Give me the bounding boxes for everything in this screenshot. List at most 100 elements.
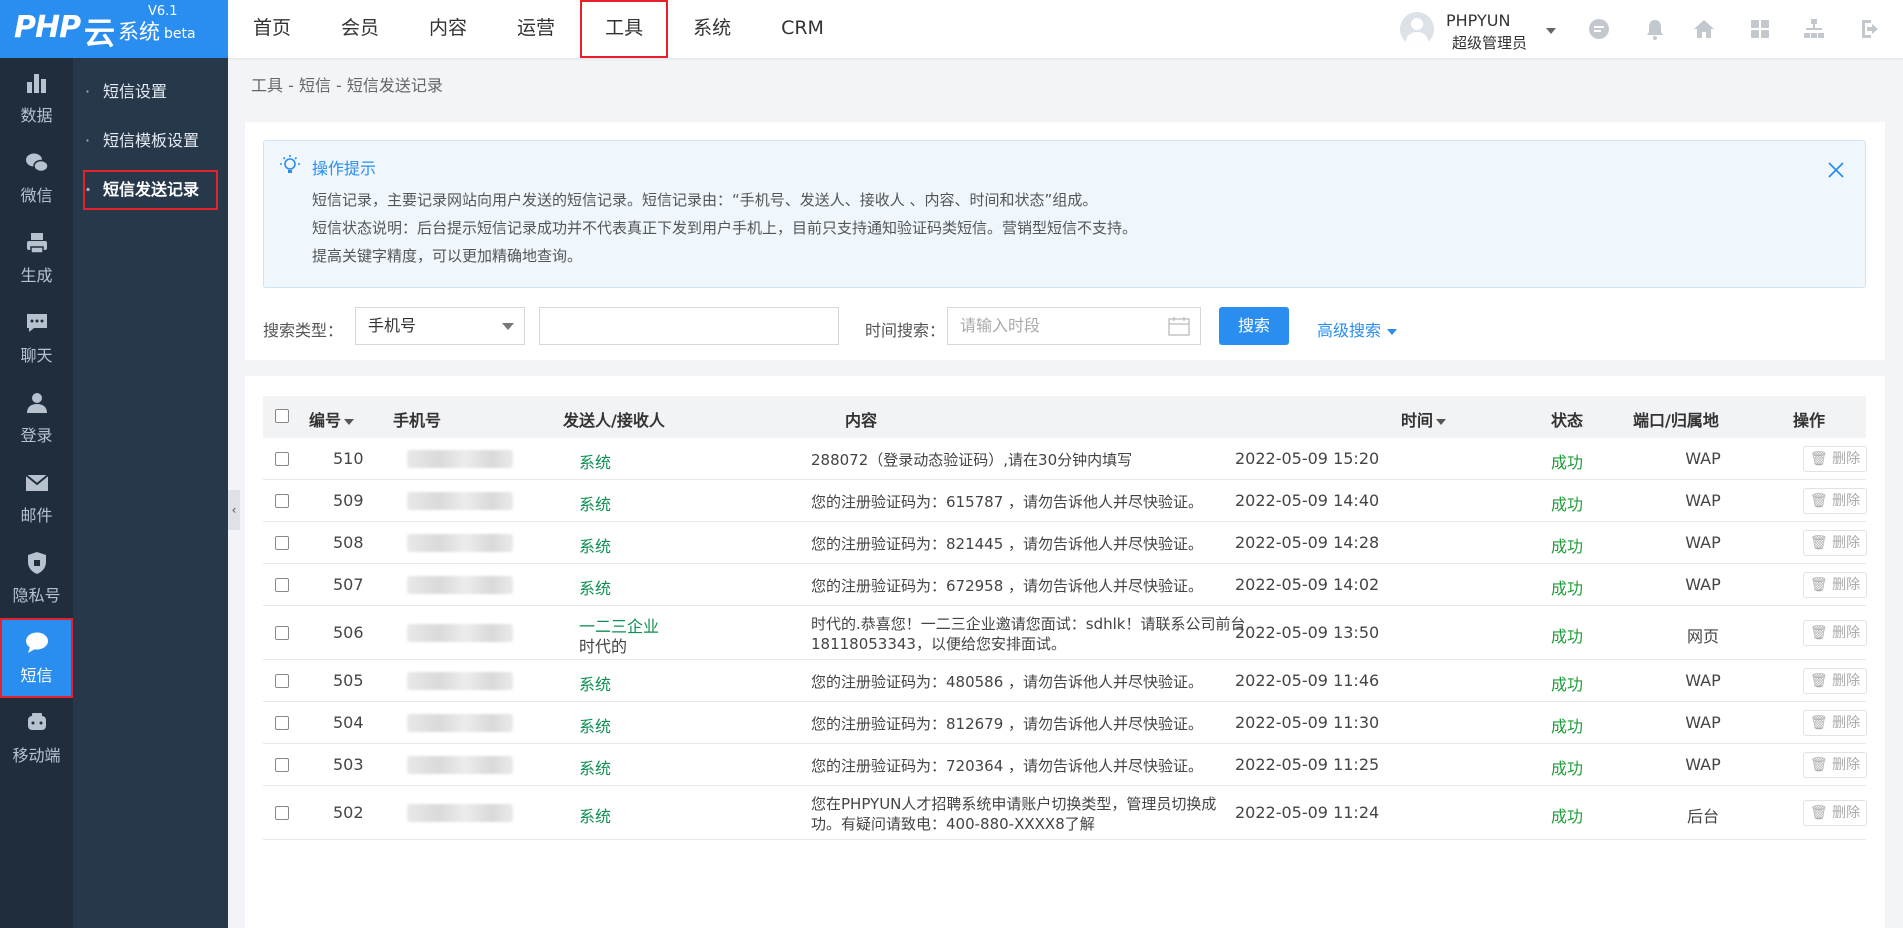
row-checkbox[interactable] (275, 494, 289, 508)
row-port: WAP (1685, 449, 1721, 468)
row-id: 503 (333, 755, 364, 774)
row-id: 506 (333, 623, 364, 642)
row-time: 2022-05-09 11:25 (1235, 755, 1380, 774)
topnav-content[interactable]: 内容 (404, 0, 492, 58)
row-sender[interactable]: 系统 (579, 449, 611, 473)
delete-button[interactable]: 🗑 删除 (1803, 572, 1867, 598)
col-id[interactable]: 编号 (309, 407, 355, 431)
row-time: 2022-05-09 14:40 (1235, 491, 1380, 510)
row-sender[interactable]: 系统 (579, 671, 611, 695)
row-sender[interactable]: 系统 (579, 533, 611, 557)
sidebar-label: 隐私号 (12, 586, 61, 605)
topnav-members[interactable]: 会员 (316, 0, 404, 58)
delete-button[interactable]: 🗑 删除 (1803, 488, 1867, 514)
subnav-sms-send-records[interactable]: 短信发送记录 (83, 170, 218, 210)
sidebar-label: 登录 (20, 426, 53, 445)
delete-button[interactable]: 🗑 删除 (1803, 620, 1867, 646)
home-icon[interactable] (1692, 17, 1716, 41)
time-range-input[interactable]: 请输入时段 (947, 307, 1201, 345)
row-port: 网页 (1686, 627, 1719, 646)
trash-icon: 🗑 (1809, 805, 1828, 821)
delete-label: 删除 (1832, 673, 1861, 689)
row-content-line: 您的注册验证码为：480586 ，请勿告诉他人并尽快验证。 (811, 673, 1204, 691)
topnav-tools[interactable]: 工具 (580, 0, 668, 58)
row-sender[interactable]: 系统 (579, 755, 611, 779)
delete-button[interactable]: 🗑 删除 (1803, 800, 1867, 826)
delete-label: 删除 (1832, 493, 1861, 509)
row-checkbox[interactable] (275, 674, 289, 688)
main-sidebar: 数据 微信 生成 聊天 登录 邮件 隐私号 短信 移动端 (0, 58, 73, 928)
sidebar-label: 聊天 (20, 346, 53, 365)
message-icon (26, 314, 47, 332)
row-id: 510 (333, 449, 364, 468)
collapse-sidebar-handle[interactable]: ‹ (228, 490, 240, 530)
sidebar-item-mobile[interactable]: 移动端 (0, 698, 73, 778)
advanced-search-toggle[interactable]: 高级搜索 (1317, 317, 1398, 341)
sidebar-item-sms[interactable]: 短信 (0, 618, 73, 698)
phone-number-redacted (407, 534, 513, 552)
sidebar-item-mail[interactable]: 邮件 (0, 458, 73, 538)
table-row: 505 系统 您的注册验证码为：480586 ，请勿告诉他人并尽快验证。 2022-0… (263, 660, 1867, 702)
row-checkbox[interactable] (275, 452, 289, 466)
logo-system: 系统 (118, 20, 160, 44)
sidebar-item-chat[interactable]: 聊天 (0, 298, 73, 378)
time-range-placeholder: 请输入时段 (960, 316, 1041, 335)
row-checkbox[interactable] (275, 536, 289, 550)
row-content-line: 288072（登录动态验证码）,请在30分钟内填写 (811, 451, 1133, 469)
sidebar-item-wechat[interactable]: 微信 (0, 138, 73, 218)
keyword-input[interactable] (539, 307, 839, 345)
sidebar-item-data[interactable]: 数据 (0, 58, 73, 138)
row-content-line: 您的注册验证码为：812679 ，请勿告诉他人并尽快验证。 (811, 715, 1204, 733)
top-nav: 首页 会员 内容 运营 工具 系统 CRM (228, 0, 849, 58)
tips-line: 短信记录，主要记录网站向用户发送的短信记录。短信记录由：“手机号、发送人、接收人… (312, 191, 1098, 209)
topnav-system[interactable]: 系统 (668, 0, 756, 58)
topnav-home[interactable]: 首页 (228, 0, 316, 58)
row-status: 成功 (1551, 537, 1584, 556)
row-sender[interactable]: 系统 (579, 575, 611, 599)
topnav-operations[interactable]: 运营 (492, 0, 580, 58)
sitemap-icon[interactable] (1802, 17, 1826, 41)
delete-button[interactable]: 🗑 删除 (1803, 668, 1867, 694)
row-sender[interactable]: 系统 (579, 491, 611, 515)
row-checkbox[interactable] (275, 806, 289, 820)
topnav-crm[interactable]: CRM (756, 0, 849, 58)
row-content-line: 您的注册验证码为：672958 ，请勿告诉他人并尽快验证。 (811, 577, 1204, 595)
row-checkbox[interactable] (275, 578, 289, 592)
subnav-sms-settings[interactable]: 短信设置 (83, 72, 218, 112)
delete-button[interactable]: 🗑 删除 (1803, 446, 1867, 472)
search-bar: 搜索类型： 手机号 时间搜索： 请输入时段 搜索 高级搜索 (263, 307, 1866, 347)
phone-number-redacted (407, 492, 513, 510)
bell-icon[interactable] (1643, 17, 1667, 41)
row-sender[interactable]: 系统 (579, 803, 611, 827)
row-checkbox[interactable] (275, 716, 289, 730)
delete-button[interactable]: 🗑 删除 (1803, 710, 1867, 736)
row-time: 2022-05-09 14:02 (1235, 575, 1380, 594)
search-type-select[interactable]: 手机号 (355, 307, 525, 345)
logout-icon[interactable] (1858, 17, 1882, 41)
col-content: 内容 (845, 411, 878, 430)
grid-icon[interactable] (1748, 17, 1772, 41)
trash-icon: 🗑 (1809, 715, 1828, 731)
operation-tips: 操作提示 短信记录，主要记录网站向用户发送的短信记录。短信记录由：“手机号、发送… (263, 140, 1866, 288)
delete-button[interactable]: 🗑 删除 (1803, 530, 1867, 556)
row-sender[interactable]: 系统 (579, 713, 611, 737)
col-time[interactable]: 时间 (1401, 407, 1447, 431)
subnav-sms-template-settings[interactable]: 短信模板设置 (83, 121, 218, 161)
calendar-icon[interactable] (1168, 316, 1190, 336)
chat-icon[interactable] (1587, 17, 1611, 41)
row-checkbox[interactable] (275, 626, 289, 640)
row-status: 成功 (1551, 759, 1584, 778)
app-logo[interactable]: PHP 云 系统 V6.1 beta (0, 0, 228, 58)
time-search-label: 时间搜索： (865, 321, 946, 340)
version-label: V6.1 (148, 4, 178, 19)
select-all-checkbox[interactable] (275, 409, 289, 423)
sidebar-item-login[interactable]: 登录 (0, 378, 73, 458)
top-bar: PHP 云 系统 V6.1 beta 首页 会员 内容 运营 工具 系统 CRM… (0, 0, 1903, 58)
row-checkbox[interactable] (275, 758, 289, 772)
sidebar-item-privacy[interactable]: 隐私号 (0, 538, 73, 618)
phone-number-redacted (407, 576, 513, 594)
close-icon[interactable] (1827, 161, 1845, 179)
search-button[interactable]: 搜索 (1219, 307, 1289, 345)
delete-button[interactable]: 🗑 删除 (1803, 752, 1867, 778)
sidebar-item-generate[interactable]: 生成 (0, 218, 73, 298)
